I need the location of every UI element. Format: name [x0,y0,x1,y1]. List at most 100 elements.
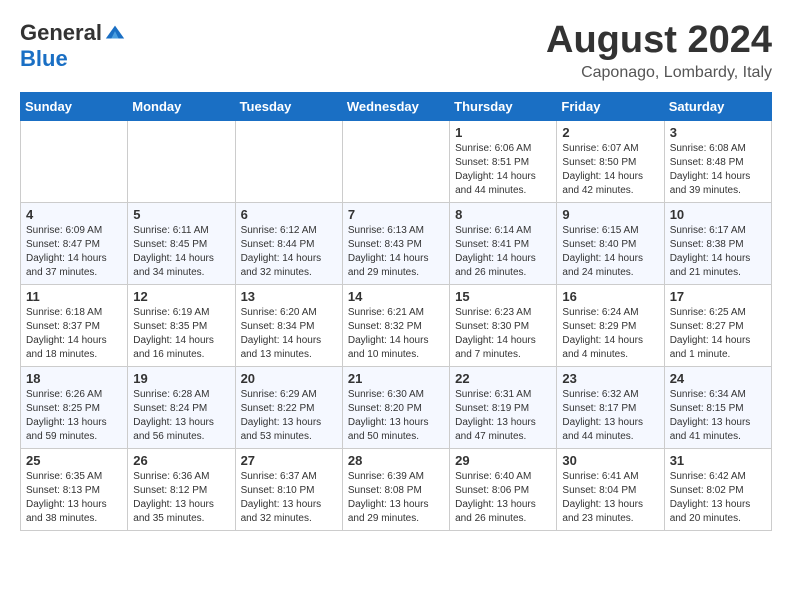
calendar-week-row: 18Sunrise: 6:26 AM Sunset: 8:25 PM Dayli… [21,366,772,448]
calendar-cell: 26 Sunrise: 6:36 AM Sunset: 8:12 PM Dayli… [128,448,235,530]
day-number: 22 [455,371,551,386]
calendar-cell: 12 Sunrise: 6:19 AM Sunset: 8:35 PM Dayli… [128,284,235,366]
day-info: Sunrise: 6:40 AM Sunset: 8:06 PM Dayligh… [455,470,551,526]
day-info: Sunrise: 6:39 AM Sunset: 8:08 PM Dayligh… [348,470,444,526]
page-header: General Blue August 2024 Caponago, Lomba… [20,20,772,82]
day-info: Sunrise: 6:15 AM Sunset: 8:40 PM Dayligh… [562,224,658,280]
calendar-cell [235,120,342,202]
day-info: Sunrise: 6:25 AM Sunset: 8:27 PM Dayligh… [670,306,766,362]
day-number: 9 [562,207,658,222]
day-number: 24 [670,371,766,386]
day-info: Sunrise: 6:21 AM Sunset: 8:32 PM Dayligh… [348,306,444,362]
day-info: Sunrise: 6:36 AM Sunset: 8:12 PM Dayligh… [133,470,229,526]
day-number: 6 [241,207,337,222]
calendar-cell: 22 Sunrise: 6:31 AM Sunset: 8:19 PM Dayli… [450,366,557,448]
day-info: Sunrise: 6:07 AM Sunset: 8:50 PM Dayligh… [562,142,658,198]
day-info: Sunrise: 6:19 AM Sunset: 8:35 PM Dayligh… [133,306,229,362]
calendar-cell [128,120,235,202]
day-info: Sunrise: 6:09 AM Sunset: 8:47 PM Dayligh… [26,224,122,280]
calendar-header-row: SundayMondayTuesdayWednesdayThursdayFrid… [21,92,772,120]
day-number: 5 [133,207,229,222]
day-info: Sunrise: 6:18 AM Sunset: 8:37 PM Dayligh… [26,306,122,362]
day-info: Sunrise: 6:06 AM Sunset: 8:51 PM Dayligh… [455,142,551,198]
day-number: 7 [348,207,444,222]
calendar-cell: 19Sunrise: 6:28 AM Sunset: 8:24 PM Dayli… [128,366,235,448]
day-info: Sunrise: 6:42 AM Sunset: 8:02 PM Dayligh… [670,470,766,526]
calendar-cell [21,120,128,202]
calendar-cell: 6 Sunrise: 6:12 AM Sunset: 8:44 PM Daylig… [235,202,342,284]
day-info: Sunrise: 6:13 AM Sunset: 8:43 PM Dayligh… [348,224,444,280]
logo-icon [104,22,126,44]
calendar-header-day: Sunday [21,92,128,120]
calendar-cell: 29 Sunrise: 6:40 AM Sunset: 8:06 PM Dayli… [450,448,557,530]
day-number: 12 [133,289,229,304]
calendar-cell: 7 Sunrise: 6:13 AM Sunset: 8:43 PM Daylig… [342,202,449,284]
day-number: 2 [562,125,658,140]
day-info: Sunrise: 6:32 AM Sunset: 8:17 PM Dayligh… [562,388,658,444]
location: Caponago, Lombardy, Italy [546,64,772,82]
day-number: 29 [455,453,551,468]
calendar-cell: 13 Sunrise: 6:20 AM Sunset: 8:34 PM Dayli… [235,284,342,366]
day-number: 15 [455,289,551,304]
calendar-cell: 21 Sunrise: 6:30 AM Sunset: 8:20 PM Dayli… [342,366,449,448]
day-info: Sunrise: 6:24 AM Sunset: 8:29 PM Dayligh… [562,306,658,362]
day-number: 26 [133,453,229,468]
calendar-header-day: Thursday [450,92,557,120]
day-number: 20 [241,371,337,386]
day-number: 11 [26,289,122,304]
calendar-cell: 25Sunrise: 6:35 AM Sunset: 8:13 PM Dayli… [21,448,128,530]
calendar-cell: 18Sunrise: 6:26 AM Sunset: 8:25 PM Dayli… [21,366,128,448]
calendar-cell: 28Sunrise: 6:39 AM Sunset: 8:08 PM Dayli… [342,448,449,530]
day-info: Sunrise: 6:11 AM Sunset: 8:45 PM Dayligh… [133,224,229,280]
day-info: Sunrise: 6:12 AM Sunset: 8:44 PM Dayligh… [241,224,337,280]
calendar-header-day: Monday [128,92,235,120]
day-number: 14 [348,289,444,304]
day-info: Sunrise: 6:23 AM Sunset: 8:30 PM Dayligh… [455,306,551,362]
calendar-cell: 5 Sunrise: 6:11 AM Sunset: 8:45 PM Daylig… [128,202,235,284]
day-number: 18 [26,371,122,386]
calendar-cell: 3Sunrise: 6:08 AM Sunset: 8:48 PM Daylig… [664,120,771,202]
day-info: Sunrise: 6:20 AM Sunset: 8:34 PM Dayligh… [241,306,337,362]
calendar-cell [342,120,449,202]
calendar-cell: 14 Sunrise: 6:21 AM Sunset: 8:32 PM Dayli… [342,284,449,366]
logo-general-text: General [20,20,102,46]
calendar-header-day: Friday [557,92,664,120]
calendar-cell: 4Sunrise: 6:09 AM Sunset: 8:47 PM Daylig… [21,202,128,284]
day-number: 8 [455,207,551,222]
calendar-header-day: Wednesday [342,92,449,120]
day-info: Sunrise: 6:29 AM Sunset: 8:22 PM Dayligh… [241,388,337,444]
day-number: 27 [241,453,337,468]
calendar-cell: 8 Sunrise: 6:14 AM Sunset: 8:41 PM Daylig… [450,202,557,284]
day-info: Sunrise: 6:31 AM Sunset: 8:19 PM Dayligh… [455,388,551,444]
day-info: Sunrise: 6:14 AM Sunset: 8:41 PM Dayligh… [455,224,551,280]
logo: General Blue [20,20,126,72]
day-number: 16 [562,289,658,304]
title-block: August 2024 Caponago, Lombardy, Italy [546,20,772,82]
calendar-cell: 9 Sunrise: 6:15 AM Sunset: 8:40 PM Daylig… [557,202,664,284]
logo-blue-text: Blue [20,46,68,72]
month-title: August 2024 [546,20,772,62]
calendar-cell: 24Sunrise: 6:34 AM Sunset: 8:15 PM Dayli… [664,366,771,448]
calendar-week-row: 11 Sunrise: 6:18 AM Sunset: 8:37 PM Dayli… [21,284,772,366]
calendar-week-row: 4Sunrise: 6:09 AM Sunset: 8:47 PM Daylig… [21,202,772,284]
day-number: 19 [133,371,229,386]
day-info: Sunrise: 6:37 AM Sunset: 8:10 PM Dayligh… [241,470,337,526]
day-number: 31 [670,453,766,468]
calendar-cell: 20 Sunrise: 6:29 AM Sunset: 8:22 PM Dayli… [235,366,342,448]
day-number: 10 [670,207,766,222]
day-info: Sunrise: 6:35 AM Sunset: 8:13 PM Dayligh… [26,470,122,526]
day-info: Sunrise: 6:30 AM Sunset: 8:20 PM Dayligh… [348,388,444,444]
calendar-cell: 2 Sunrise: 6:07 AM Sunset: 8:50 PM Daylig… [557,120,664,202]
day-info: Sunrise: 6:41 AM Sunset: 8:04 PM Dayligh… [562,470,658,526]
day-number: 21 [348,371,444,386]
calendar-table: SundayMondayTuesdayWednesdayThursdayFrid… [20,92,772,531]
calendar-cell: 30 Sunrise: 6:41 AM Sunset: 8:04 PM Dayli… [557,448,664,530]
calendar-cell: 23 Sunrise: 6:32 AM Sunset: 8:17 PM Dayli… [557,366,664,448]
calendar-week-row: 1Sunrise: 6:06 AM Sunset: 8:51 PM Daylig… [21,120,772,202]
day-number: 30 [562,453,658,468]
day-info: Sunrise: 6:08 AM Sunset: 8:48 PM Dayligh… [670,142,766,198]
day-info: Sunrise: 6:17 AM Sunset: 8:38 PM Dayligh… [670,224,766,280]
day-number: 23 [562,371,658,386]
day-number: 13 [241,289,337,304]
calendar-header-day: Saturday [664,92,771,120]
